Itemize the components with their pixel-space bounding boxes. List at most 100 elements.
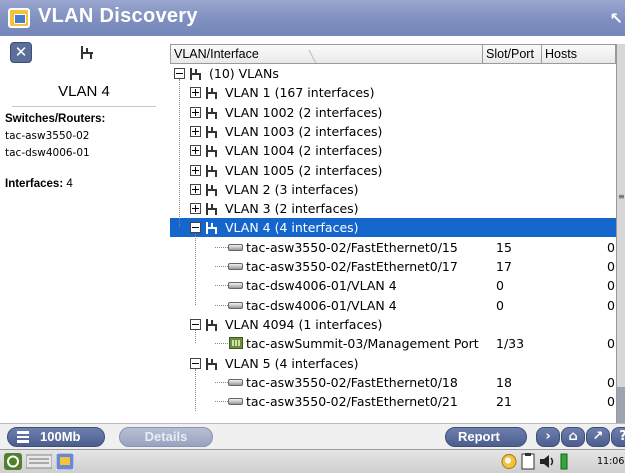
collapse-icon[interactable] — [174, 68, 185, 79]
column-header-vlan[interactable]: VLAN/Interface ╲ — [170, 44, 483, 64]
management-port-icon — [229, 337, 243, 350]
keyboard-icon[interactable] — [26, 453, 52, 470]
column-header-hosts[interactable]: Hosts — [542, 44, 616, 64]
scroll-grip-icon: ≡ — [618, 192, 625, 201]
ethernet-port-icon — [228, 282, 243, 290]
expand-icon[interactable] — [190, 164, 201, 176]
connection-speed-button[interactable]: 100Mb — [7, 427, 105, 447]
collapse-icon[interactable] — [190, 222, 201, 234]
row-label: VLAN 1 (167 interfaces) — [225, 85, 375, 101]
close-button[interactable]: ✕ — [10, 42, 32, 63]
vlan-row[interactable]: VLAN 3 (2 interfaces) — [170, 199, 616, 218]
network-icon — [81, 46, 93, 59]
interfaces-label: Interfaces: — [5, 178, 64, 190]
vlan-row[interactable]: VLAN 1003 (2 interfaces) — [170, 122, 616, 141]
speed-label: 100Mb — [40, 429, 81, 444]
details-panel: ✕ VLAN 4 Switches/Routers: tac-asw3550-0… — [0, 37, 168, 423]
network-icon — [206, 357, 220, 370]
ethernet-port-icon — [228, 378, 243, 386]
volume-icon[interactable] — [539, 453, 557, 470]
vlan-row[interactable]: VLAN 1 (167 interfaces) — [170, 83, 616, 102]
home-icon[interactable]: ⌂ — [561, 427, 585, 447]
slot-port-cell: 17 — [496, 259, 512, 274]
network-icon — [206, 203, 220, 216]
expand-icon[interactable] — [190, 145, 201, 157]
collapse-icon[interactable] — [190, 357, 201, 369]
interface-row[interactable]: tac-asw3550-02/FastEthernet0/18 18 0 — [170, 373, 616, 392]
interface-row[interactable]: tac-dsw4006-01/VLAN 4 0 0 — [170, 276, 616, 295]
interface-row[interactable]: tac-asw3550-02/FastEthernet0/21 21 0 — [170, 392, 616, 411]
row-label: tac-dsw4006-01/VLAN 4 — [246, 297, 397, 313]
column-header-slot-port[interactable]: Slot/Port — [483, 44, 542, 64]
row-label: VLAN 4094 (1 interfaces) — [225, 316, 383, 332]
hosts-cell: 0 — [607, 394, 615, 410]
network-icon — [206, 164, 220, 177]
slot-port-cell: 15 — [496, 239, 512, 255]
ethernet-port-icon — [228, 243, 243, 251]
network-icon — [206, 145, 220, 158]
row-label: VLAN 1003 (2 interfaces) — [225, 123, 383, 139]
expand-icon[interactable] — [190, 203, 201, 215]
taskbar: 11:06 AI — [0, 449, 625, 473]
row-label: VLAN 1002 (2 interfaces) — [225, 104, 383, 120]
hosts-cell: 0 — [607, 259, 615, 274]
row-label: VLAN 3 (2 interfaces) — [225, 201, 359, 217]
row-label: tac-asw3550-02/FastEthernet0/15 — [246, 239, 458, 255]
expand-icon[interactable] — [190, 106, 201, 118]
row-label: tac-asw3550-02/FastEthernet0/21 — [246, 394, 458, 410]
vlan-row[interactable]: VLAN 1002 (2 interfaces) — [170, 103, 616, 122]
app-window-icon — [8, 8, 30, 28]
slot-port-cell: 0 — [496, 278, 504, 294]
interface-row[interactable]: tac-asw3550-02/FastEthernet0/17 17 0 — [170, 257, 616, 276]
vertical-scrollbar[interactable]: ≡ — [616, 44, 625, 423]
bottom-toolbar: 100Mb Details Report › ⌂ ↗ ? — [0, 423, 625, 449]
table-header: VLAN/Interface ╲ Slot/Port Hosts — [170, 44, 616, 64]
network-icon — [206, 222, 220, 235]
scroll-down-arrow[interactable] — [617, 387, 625, 423]
vlan-row[interactable]: VLAN 4094 (1 interfaces) — [170, 315, 616, 334]
start-icon[interactable] — [4, 453, 22, 470]
column-header-label: VLAN/Interface — [174, 47, 259, 61]
vlan-row[interactable]: VLAN 5 (4 interfaces) — [170, 354, 616, 373]
interface-row[interactable]: tac-asw3550-02/FastEthernet0/15 15 0 — [170, 238, 616, 257]
slot-port-cell: 0 — [496, 297, 504, 313]
hosts-cell: 0 — [607, 336, 615, 352]
interface-row[interactable]: tac-aswSummit-03/Management Port 1/33 0 — [170, 334, 616, 353]
row-label: tac-aswSummit-03/Management Port — [246, 336, 479, 352]
title-bar: VLAN Discovery ↖ — [0, 0, 625, 36]
battery-icon[interactable] — [560, 453, 568, 470]
help-icon[interactable]: ? — [611, 427, 625, 447]
row-label: VLAN 4 (4 interfaces) — [225, 220, 359, 236]
vlan-row[interactable]: VLAN 2 (3 interfaces) — [170, 180, 616, 199]
hosts-cell: 0 — [607, 297, 615, 313]
interfaces-value: 4 — [66, 178, 73, 190]
clipboard-icon[interactable] — [520, 453, 536, 470]
switches-label: Switches/Routers: — [5, 113, 106, 125]
slot-port-cell: 21 — [496, 394, 512, 410]
network-icon — [206, 183, 220, 196]
tools-icon[interactable]: ↗ — [586, 427, 610, 447]
row-label: tac-asw3550-02/FastEthernet0/18 — [246, 374, 458, 390]
row-label: VLAN 1004 (2 interfaces) — [225, 143, 383, 159]
ethernet-port-icon — [228, 301, 243, 309]
expand-icon[interactable] — [190, 87, 201, 99]
vlan-row[interactable]: VLAN 4 (4 interfaces) — [170, 218, 616, 238]
vlan-row[interactable]: VLAN 1004 (2 interfaces) — [170, 141, 616, 160]
report-button[interactable]: Report — [445, 427, 527, 447]
vlan-row[interactable]: VLAN 1005 (2 interfaces) — [170, 161, 616, 180]
network-icon — [206, 125, 220, 138]
ethernet-port-icon — [228, 398, 243, 406]
slot-port-cell: 18 — [496, 374, 512, 390]
search-icon[interactable] — [500, 453, 518, 470]
switch-item: tac-dsw4006-01 — [5, 147, 90, 159]
app-task-icon[interactable] — [56, 453, 74, 470]
interface-row[interactable]: tac-dsw4006-01/VLAN 4 0 0 — [170, 296, 616, 315]
expand-icon[interactable] — [190, 125, 201, 137]
arrow-right-icon[interactable]: › — [536, 427, 560, 447]
window-title: VLAN Discovery — [38, 5, 198, 27]
details-button[interactable]: Details — [119, 427, 213, 447]
row-label: VLAN 5 (4 interfaces) — [225, 355, 359, 371]
expand-icon[interactable] — [190, 183, 201, 195]
collapse-icon[interactable] — [190, 318, 201, 330]
vlan-root-row[interactable]: (10) VLANs — [170, 64, 616, 83]
